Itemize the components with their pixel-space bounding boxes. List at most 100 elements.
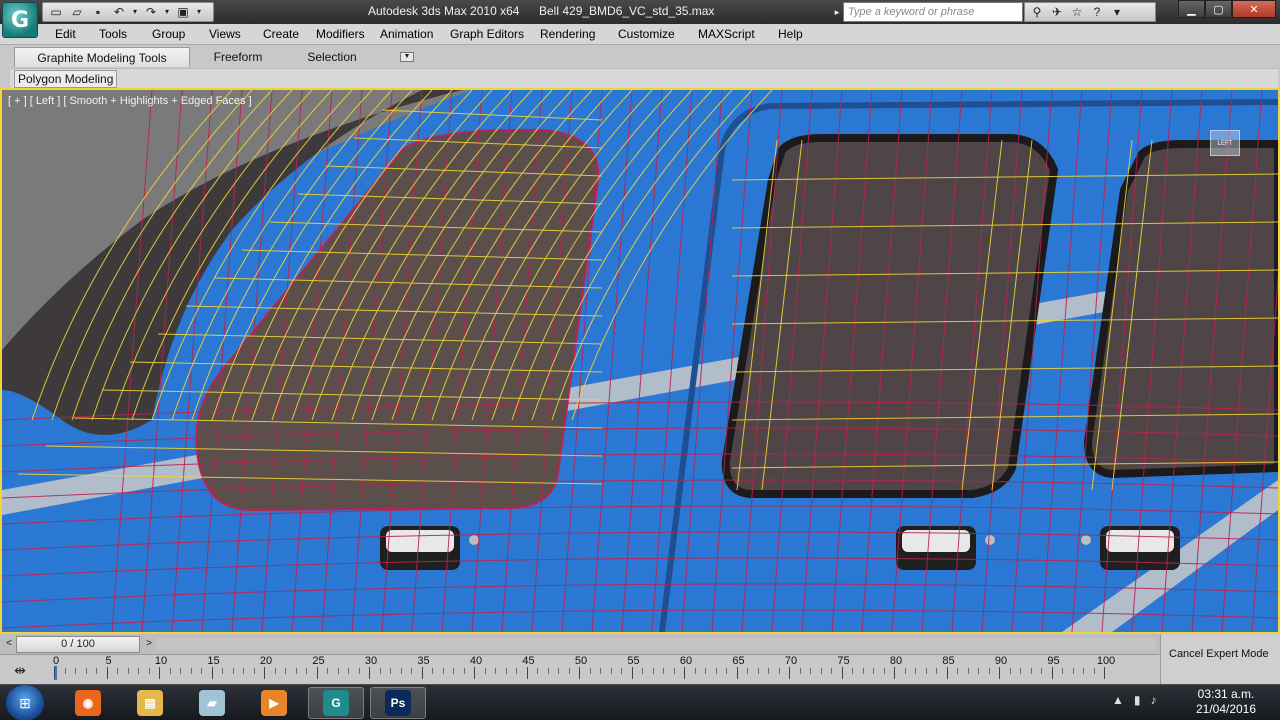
new-icon[interactable]: ▭	[46, 4, 66, 20]
menu-rendering[interactable]: Rendering	[540, 27, 595, 41]
menu-group[interactable]: Group	[152, 27, 185, 41]
info-center-toolbar: ⚲ ✈ ☆ ? ▾	[1024, 2, 1156, 22]
frame-tick	[631, 667, 633, 679]
frame-tick	[400, 668, 402, 674]
frame-ruler[interactable]: 0 5 10 15 20 25 30 35 40 45 50 55 60 65 70 75 80 85 90 95 10…	[53, 655, 1154, 685]
tray-expand-icon[interactable]: ▲	[1112, 693, 1124, 707]
frame-tick	[1104, 667, 1105, 679]
menu-tools[interactable]: Tools	[99, 27, 127, 41]
frame-tick	[421, 667, 423, 679]
frame-tick	[736, 667, 738, 679]
frame-tick	[684, 667, 685, 679]
qat-dropdown-icon[interactable]: ▾	[194, 4, 204, 20]
open-icon[interactable]: ▱	[67, 4, 87, 20]
frame-tick-label: 95	[1047, 655, 1060, 667]
taskbar-app-3ds-max[interactable]: G	[308, 687, 364, 719]
frame-tick	[106, 667, 108, 679]
frame-tick	[232, 668, 234, 674]
frame-tick	[159, 667, 160, 679]
expert-mode-area: Cancel Expert Mode	[1160, 634, 1280, 684]
frame-tick	[1041, 668, 1042, 674]
help-icon[interactable]: ?	[1088, 4, 1106, 20]
curve-editor-icon[interactable]: ⇹	[8, 660, 32, 680]
time-slider-track[interactable]	[156, 638, 1156, 650]
close-icon[interactable]: ✕	[1232, 0, 1276, 18]
frame-tick	[747, 668, 748, 674]
volume-icon[interactable]: ♪	[1151, 693, 1157, 707]
menu-maxscript[interactable]: MAXScript	[698, 27, 755, 41]
viewcube[interactable]: LEFT	[1210, 130, 1240, 156]
taskbar-app-file-explorer[interactable]: ▤	[122, 687, 178, 719]
frame-tick-label: 85	[942, 655, 955, 667]
frame-tick-label: 5	[105, 655, 112, 667]
frame-tick	[579, 667, 580, 679]
clock[interactable]: 03:31 a.m. 21/04/2016	[1190, 687, 1262, 717]
frame-tick	[306, 668, 307, 674]
menu-create[interactable]: Create	[263, 27, 299, 41]
redo-dropdown-icon[interactable]: ▾	[162, 4, 172, 20]
frame-tick	[295, 668, 297, 674]
polygon-modeling-panel[interactable]: Polygon Modeling	[14, 70, 118, 88]
ribbon: Graphite Modeling Tools Freeform Selecti…	[0, 45, 1280, 89]
frame-tick	[337, 668, 339, 674]
menu-modifiers[interactable]: Modifiers	[316, 27, 365, 41]
frame-tick	[715, 668, 717, 674]
cancel-expert-mode-button[interactable]: Cancel Expert Mode	[1169, 648, 1269, 660]
menu-customize[interactable]: Customize	[618, 27, 675, 41]
binoculars-icon[interactable]: ⚲	[1028, 4, 1046, 20]
viewport-label[interactable]: [ + ] [ Left ] [ Smooth + Highlights + E…	[8, 95, 252, 107]
frame-tick	[852, 668, 853, 674]
frame-tick	[432, 668, 433, 674]
menu-edit[interactable]: Edit	[55, 27, 76, 41]
frame-tick	[537, 668, 538, 674]
menu-views[interactable]: Views	[209, 27, 241, 41]
frame-tick	[978, 668, 979, 674]
maximize-icon[interactable]: ▢	[1205, 0, 1232, 18]
app-logo-button[interactable]: G	[2, 2, 38, 38]
frame-tick-label: 45	[522, 655, 535, 667]
tab-graphite-modeling-tools[interactable]: Graphite Modeling Tools	[14, 47, 190, 67]
network-icon[interactable]: ▮	[1134, 693, 1141, 707]
app-window: ▭ ▱ ▪ ↶ ▾ ↷ ▾ ▣ ▾ Autodesk 3ds Max 2010 …	[0, 0, 1280, 720]
frame-tick	[348, 668, 349, 674]
time-slider-next-icon[interactable]: >	[142, 636, 156, 652]
taskbar-app-photoshop[interactable]: Ps	[370, 687, 426, 719]
left-viewport[interactable]: [ + ] [ Left ] [ Smooth + Highlights + E…	[0, 88, 1280, 634]
menu-graph-editors[interactable]: Graph Editors	[450, 27, 524, 41]
ribbon-options-dropdown-icon[interactable]: ▼	[400, 52, 414, 62]
frame-tick-label: 20	[259, 655, 273, 667]
project-folder-icon[interactable]: ▣	[173, 4, 193, 20]
menu-animation[interactable]: Animation	[380, 27, 433, 41]
frame-tick	[568, 668, 570, 674]
cabin-window-1	[721, 134, 1059, 498]
taskbar-app-media-player[interactable]: ▶	[246, 687, 302, 719]
redo-icon[interactable]: ↷	[141, 4, 161, 20]
title-bar: ▭ ▱ ▪ ↶ ▾ ↷ ▾ ▣ ▾ Autodesk 3ds Max 2010 …	[0, 0, 1280, 24]
frame-tick	[894, 667, 895, 679]
undo-dropdown-icon[interactable]: ▾	[130, 4, 140, 20]
taskbar-app-notes[interactable]: ▰	[184, 687, 240, 719]
taskbar-app-firefox[interactable]: ◉	[60, 687, 116, 719]
time-slider-thumb[interactable]: 0 / 100	[16, 636, 140, 653]
communication-center-icon[interactable]: ✈	[1048, 4, 1066, 20]
time-slider-prev-icon[interactable]: <	[2, 636, 16, 652]
photoshop-icon: Ps	[385, 690, 411, 716]
tab-selection[interactable]: Selection	[296, 47, 368, 67]
minimize-icon[interactable]: ▁	[1178, 0, 1205, 18]
frame-tick	[610, 668, 612, 674]
favorites-icon[interactable]: ☆	[1068, 4, 1086, 20]
frame-tick	[1072, 668, 1074, 674]
start-button[interactable]: ⊞	[6, 685, 44, 720]
undo-icon[interactable]: ↶	[109, 4, 129, 20]
search-expand-icon[interactable]: ▸	[832, 4, 842, 20]
frame-tick	[1009, 668, 1011, 674]
clock-date: 21/04/2016	[1195, 702, 1257, 716]
help-dropdown-icon[interactable]: ▾	[1108, 4, 1126, 20]
search-input[interactable]: Type a keyword or phrase	[843, 2, 1023, 22]
menu-bar: Edit Tools Group Views Create Modifiers …	[0, 24, 1280, 45]
tab-freeform[interactable]: Freeform	[204, 47, 272, 67]
menu-help[interactable]: Help	[778, 27, 803, 41]
frame-tick	[463, 668, 465, 674]
save-icon[interactable]: ▪	[88, 4, 108, 20]
frame-tick	[789, 667, 790, 679]
